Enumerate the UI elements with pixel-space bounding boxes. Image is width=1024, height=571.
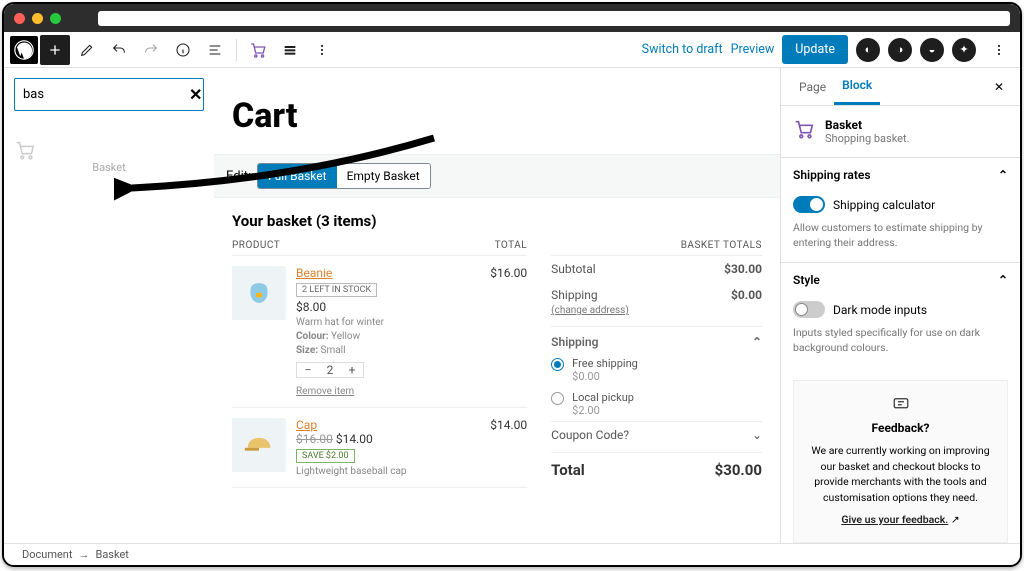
update-button[interactable]: Update: [782, 35, 848, 64]
shipping-option[interactable]: Free shipping$0.00: [551, 353, 762, 387]
dark-mode-toggle[interactable]: [793, 301, 825, 318]
badge-icon[interactable]: ◒: [920, 38, 944, 62]
edit-label: Edit:: [226, 169, 251, 184]
radio-icon[interactable]: [551, 392, 564, 405]
product-desc: Warm hat for winter: [296, 317, 467, 328]
chevron-right-icon: →: [78, 548, 89, 561]
edit-icon[interactable]: [72, 35, 102, 65]
product-price: $8.00: [296, 300, 467, 314]
block-name: Basket: [825, 118, 910, 132]
settings-icon[interactable]: ✦: [952, 38, 976, 62]
feedback-icon: [892, 395, 910, 413]
badge-icon[interactable]: ◑: [888, 38, 912, 62]
qty-plus-button[interactable]: +: [341, 363, 363, 377]
page-title[interactable]: Cart: [214, 68, 780, 154]
switch-to-draft-link[interactable]: Switch to draft: [642, 42, 723, 57]
chevron-up-icon: ⌃: [752, 335, 762, 349]
section-shipping-rates[interactable]: Shipping rates⌃: [781, 158, 1020, 192]
save-badge: SAVE $2.00: [296, 449, 355, 463]
chevron-down-icon: ⌄: [752, 428, 762, 442]
shipping-section-toggle[interactable]: Shipping⌃: [551, 331, 762, 353]
product-name-link[interactable]: Beanie: [296, 266, 467, 280]
section-style[interactable]: Style⌃: [781, 263, 1020, 297]
shipping-calc-toggle[interactable]: [793, 196, 825, 213]
info-icon[interactable]: [168, 35, 198, 65]
totals-heading: BASKET TOTALS: [551, 236, 762, 256]
block-inserter-panel: ✕ Basket: [4, 68, 214, 543]
undo-button[interactable]: [104, 35, 134, 65]
shipping-option[interactable]: Local pickup$2.00: [551, 387, 762, 421]
coupon-toggle[interactable]: Coupon Code?: [551, 428, 629, 442]
preview-link[interactable]: Preview: [731, 42, 775, 57]
help-text: Inputs styled specifically for use on da…: [793, 326, 1008, 355]
col-product-header: PRODUCT: [232, 240, 495, 251]
outline-icon[interactable]: [200, 35, 230, 65]
block-desc: Shopping basket.: [825, 132, 910, 145]
basket-heading: Your basket (3 items): [232, 212, 762, 230]
add-block-button[interactable]: [40, 35, 70, 65]
help-text: Allow customers to estimate shipping by …: [793, 221, 1008, 250]
search-field[interactable]: [23, 87, 189, 102]
badge-icon[interactable]: ◐: [856, 38, 880, 62]
minimize-window-icon[interactable]: [32, 13, 43, 24]
more-options-icon[interactable]: [307, 35, 337, 65]
clear-search-icon[interactable]: ✕: [189, 85, 202, 104]
remove-item-link[interactable]: Remove item: [296, 386, 354, 397]
product-price: $14.00: [336, 432, 373, 446]
qty-value: 2: [319, 363, 341, 377]
basket-block-icon: [793, 118, 815, 140]
chevron-up-icon: ⌃: [998, 168, 1008, 182]
breadcrumb[interactable]: Document → Basket: [4, 543, 1020, 565]
close-window-icon[interactable]: [14, 13, 25, 24]
address-bar[interactable]: [98, 11, 1010, 26]
block-result-basket[interactable]: Basket: [14, 139, 204, 174]
align-icon[interactable]: [275, 35, 305, 65]
redo-button[interactable]: [136, 35, 166, 65]
window-chrome: [4, 4, 1020, 32]
col-total-header: TOTAL: [495, 240, 528, 251]
product-desc: Lightweight baseball cap: [296, 466, 467, 477]
chevron-up-icon: ⌃: [998, 273, 1008, 287]
was-price: $16.00: [296, 432, 333, 446]
cart-item: Beanie 2 LEFT IN STOCK $8.00 Warm hat fo…: [232, 256, 527, 408]
empty-basket-tab[interactable]: Empty Basket: [337, 164, 430, 188]
cart-item: Cap $16.00 $14.00 SAVE $2.00 Lightweight…: [232, 408, 527, 488]
block-search-input[interactable]: ✕: [14, 78, 204, 111]
full-basket-tab[interactable]: Full Basket: [258, 164, 336, 188]
editor-toolbar: Switch to draft Preview Update ◐ ◑ ◒ ✦: [4, 32, 1020, 68]
qty-minus-button[interactable]: −: [297, 363, 319, 377]
product-name-link[interactable]: Cap: [296, 418, 467, 432]
line-total: $14.00: [477, 418, 527, 477]
wordpress-logo[interactable]: [10, 36, 38, 64]
change-address-link[interactable]: (change address): [551, 305, 629, 316]
line-total: $16.00: [477, 266, 527, 397]
quantity-stepper[interactable]: − 2 +: [296, 362, 364, 378]
settings-sidebar: Page Block ✕ Basket Shopping basket. Shi…: [780, 68, 1020, 543]
tab-page[interactable]: Page: [791, 70, 834, 104]
product-thumb[interactable]: [232, 418, 286, 472]
cart-block-icon[interactable]: [243, 35, 273, 65]
feedback-link[interactable]: Give us your feedback.: [841, 513, 948, 526]
product-thumb[interactable]: [232, 266, 286, 320]
block-result-label: Basket: [14, 161, 204, 174]
maximize-window-icon[interactable]: [50, 13, 61, 24]
tab-block[interactable]: Block: [834, 68, 880, 105]
close-sidebar-icon[interactable]: ✕: [988, 74, 1010, 100]
radio-selected-icon[interactable]: [551, 358, 564, 371]
editor-canvas[interactable]: Cart Edit: Full Basket Empty Basket Your…: [214, 68, 780, 543]
edit-mode-bar: Edit: Full Basket Empty Basket: [214, 154, 780, 198]
stock-badge: 2 LEFT IN STOCK: [296, 283, 377, 297]
kebab-menu-icon[interactable]: [984, 35, 1014, 65]
feedback-card: Feedback? We are currently working on im…: [793, 380, 1008, 543]
